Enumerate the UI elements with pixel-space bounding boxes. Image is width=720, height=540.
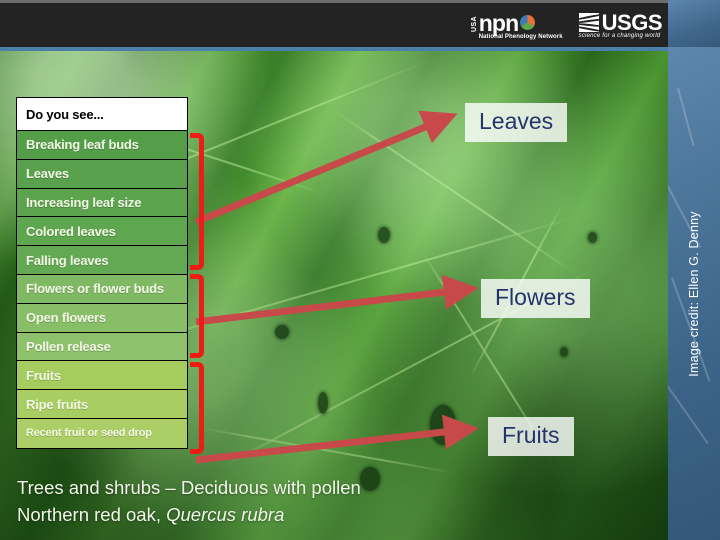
checklist-row-recent-fruit-or-seed-drop[interactable]: Recent fruit or seed drop [17, 418, 187, 448]
callout-leaves: Leaves [465, 103, 568, 142]
checklist-row-open-flowers[interactable]: Open flowers [17, 303, 187, 333]
bracket-fruits-group [190, 362, 204, 454]
npn-tricolor-circle-icon [520, 14, 536, 30]
phenophase-checklist: Do you see... Breaking leaf buds Leaves … [16, 97, 188, 449]
header-right-accent [668, 0, 720, 47]
npn-wordmark-row: npn [478, 10, 536, 36]
usgs-logo: USGS science for a changing world [578, 7, 663, 41]
checklist-row-fruits[interactable]: Fruits [17, 361, 187, 391]
checklist-row-breaking-leaf-buds[interactable]: Breaking leaf buds [17, 131, 187, 160]
callout-flowers: Flowers [481, 279, 590, 318]
logo-group: USA npn National Phenology Network USGS [471, 7, 663, 41]
caption-line-1: Trees and shrubs – Deciduous with pollen [17, 477, 361, 498]
checklist-row-increasing-leaf-size[interactable]: Increasing leaf size [17, 188, 187, 218]
npn-usa-text: USA [470, 16, 478, 32]
checklist-header: Do you see... [17, 98, 187, 131]
checklist-row-falling-leaves[interactable]: Falling leaves [17, 246, 187, 275]
usa-npn-logo: USA npn National Phenology Network [471, 7, 563, 41]
npn-logo-main: npn National Phenology Network [478, 10, 563, 41]
bracket-flowers-group [190, 274, 204, 358]
callout-fruits: Fruits [488, 417, 574, 456]
checklist-row-colored-leaves[interactable]: Colored leaves [17, 217, 187, 247]
caption-scientific-name: Quercus rubra [166, 504, 285, 525]
usgs-wordmark: USGS [601, 10, 663, 35]
checklist-row-flowers-or-flower-buds[interactable]: Flowers or flower buds [17, 274, 187, 304]
slide-root: USA npn National Phenology Network USGS [0, 0, 720, 540]
usgs-wave-icon [578, 13, 599, 32]
slide-caption: Trees and shrubs – Deciduous with pollen… [17, 474, 361, 528]
usgs-tagline: science for a changing world [578, 33, 661, 39]
caption-common-name: Northern red oak, [17, 504, 167, 525]
npn-subtitle: National Phenology Network [478, 34, 563, 40]
checklist-row-ripe-fruits[interactable]: Ripe fruits [17, 390, 187, 419]
bracket-leaves-group [190, 133, 204, 270]
header-bar: USA npn National Phenology Network USGS [0, 0, 720, 47]
caption-line-2: Northern red oak, Quercus rubra [17, 501, 361, 528]
checklist-row-pollen-release[interactable]: Pollen release [17, 332, 187, 362]
npn-wordmark: npn [478, 10, 520, 36]
usgs-wordmark-row: USGS [578, 10, 663, 35]
image-credit-text: Image credit: Ellen G. Denny [687, 210, 701, 377]
checklist-row-leaves[interactable]: Leaves [17, 159, 187, 189]
image-credit-panel: Image credit: Ellen G. Denny [668, 47, 720, 540]
